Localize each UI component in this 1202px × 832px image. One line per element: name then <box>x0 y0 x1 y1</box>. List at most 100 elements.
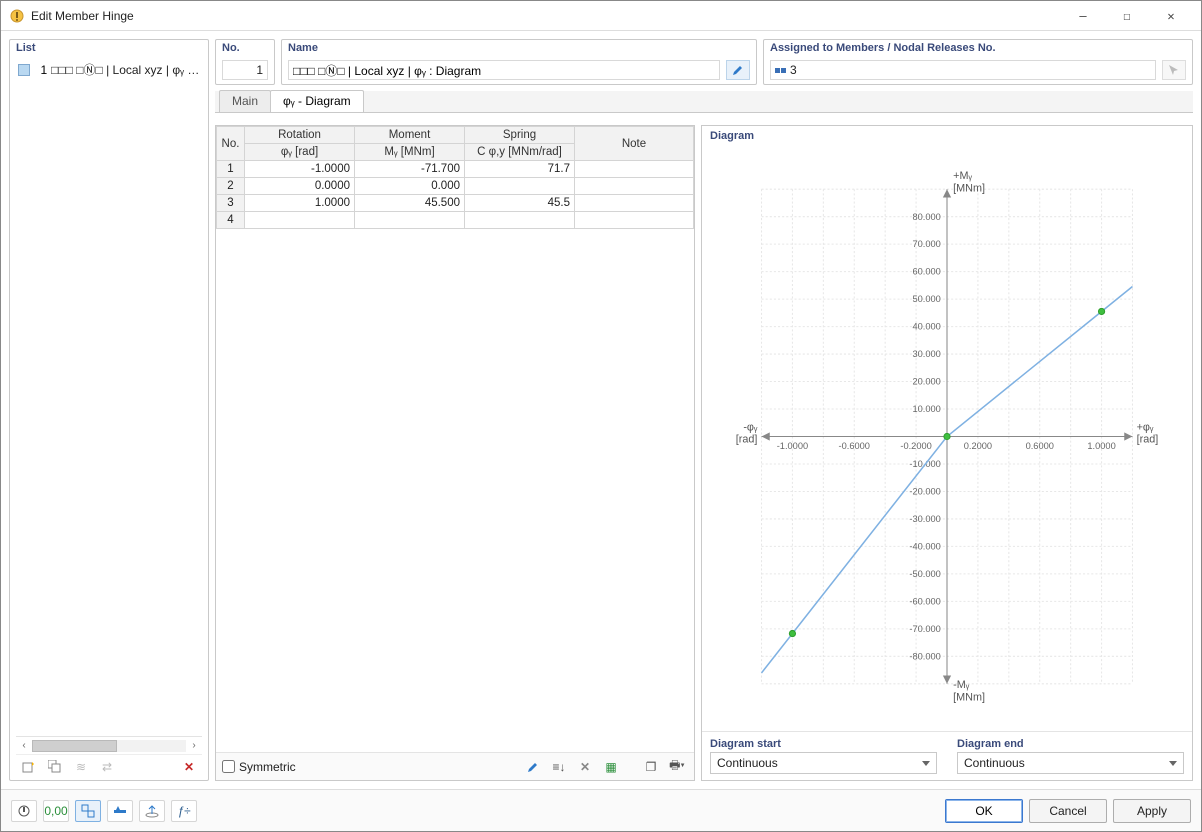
cell-rotation[interactable]: 0.0000 <box>245 178 355 195</box>
cell-moment[interactable]: 0.000 <box>355 178 465 195</box>
member-icon <box>775 68 786 73</box>
svg-text:[rad]: [rad] <box>1137 434 1159 446</box>
col-rotation-top[interactable]: Rotation <box>245 127 355 144</box>
svg-text:0.2000: 0.2000 <box>964 441 992 451</box>
svg-text:0.6000: 0.6000 <box>1026 441 1054 451</box>
footer-tool-3[interactable] <box>75 800 101 822</box>
assigned-value: 3 <box>790 63 797 77</box>
cell-moment[interactable] <box>355 212 465 229</box>
cell-note[interactable] <box>575 212 694 229</box>
svg-text:+φᵧ: +φᵧ <box>1137 421 1154 433</box>
cell-spring[interactable] <box>465 178 575 195</box>
cell-moment[interactable]: -71.700 <box>355 161 465 178</box>
svg-text:80.000: 80.000 <box>912 212 940 222</box>
symmetric-checkbox[interactable]: Symmetric <box>222 760 296 774</box>
toolbar-button-4[interactable]: ⇄ <box>96 757 118 777</box>
footer-tool-4[interactable] <box>107 800 133 822</box>
col-no[interactable]: No. <box>217 127 245 161</box>
window-close-button[interactable]: ✕ <box>1149 2 1193 30</box>
tab-bar: Main φᵧ - Diagram <box>215 91 1193 113</box>
svg-text:[rad]: [rad] <box>736 434 758 446</box>
picker-icon <box>1168 64 1180 76</box>
cell-note[interactable] <box>575 195 694 212</box>
table-print-button[interactable]: 🖶▾ <box>666 757 688 777</box>
cancel-button[interactable]: Cancel <box>1029 799 1107 823</box>
list-panel: List 1 □□□ □Ⓝ□ | Local xyz | φᵧ : Di ‹ › <box>9 39 209 781</box>
list-item-badge-icon <box>18 64 30 76</box>
table-copy-button[interactable]: ❐ <box>640 757 662 777</box>
edit-name-button[interactable] <box>726 60 750 80</box>
svg-text:-0.2000: -0.2000 <box>900 441 931 451</box>
list-horizontal-scrollbar[interactable]: ‹ › <box>16 736 202 754</box>
svg-text:30.000: 30.000 <box>912 349 940 359</box>
toolbar-button-3[interactable]: ≋ <box>70 757 92 777</box>
table-edit-button[interactable] <box>522 757 544 777</box>
table-row[interactable]: 4 <box>217 212 694 229</box>
chart-panel: Diagram -1.0000-0.6000-0.20000.20000.600… <box>701 125 1193 781</box>
diagram-start-select[interactable]: Continuous <box>710 752 937 774</box>
svg-text:-70.000: -70.000 <box>909 624 940 634</box>
svg-text:-80.000: -80.000 <box>909 651 940 661</box>
cell-rotation[interactable]: 1.0000 <box>245 195 355 212</box>
assigned-value-field[interactable]: 3 <box>770 60 1156 80</box>
diagram-end-label: Diagram end <box>957 738 1184 750</box>
name-input[interactable] <box>288 60 720 80</box>
list-item[interactable]: 1 □□□ □Ⓝ□ | Local xyz | φᵧ : Di <box>16 60 202 79</box>
col-spring-bot[interactable]: C φ,y [MNm/rad] <box>465 144 575 161</box>
symmetric-checkbox-input[interactable] <box>222 760 235 773</box>
diagram-start-label: Diagram start <box>710 738 937 750</box>
pick-member-button[interactable] <box>1162 60 1186 80</box>
scroll-thumb[interactable] <box>32 740 117 752</box>
data-grid[interactable]: No. Rotation Moment Spring Note φᵧ [rad]… <box>216 126 694 752</box>
cell-moment[interactable]: 45.500 <box>355 195 465 212</box>
cell-note[interactable] <box>575 178 694 195</box>
col-spring-top[interactable]: Spring <box>465 127 575 144</box>
window-maximize-button[interactable]: ☐ <box>1105 2 1149 30</box>
table-sort-button[interactable]: ≡↓ <box>548 757 570 777</box>
footer-tool-2[interactable]: 0,00 <box>43 800 69 822</box>
no-label: No. <box>222 42 240 54</box>
cell-spring[interactable] <box>465 212 575 229</box>
apply-button[interactable]: Apply <box>1113 799 1191 823</box>
col-rotation-bot[interactable]: φᵧ [rad] <box>245 144 355 161</box>
table-panel: No. Rotation Moment Spring Note φᵧ [rad]… <box>215 125 695 781</box>
tab-main[interactable]: Main <box>219 90 271 112</box>
col-moment-top[interactable]: Moment <box>355 127 465 144</box>
table-row[interactable]: 31.000045.50045.5 <box>217 195 694 212</box>
name-label: Name <box>288 42 318 54</box>
table-delete-button[interactable]: ✕ <box>574 757 596 777</box>
footer-tool-1[interactable] <box>11 800 37 822</box>
window-minimize-button[interactable]: — <box>1061 2 1105 30</box>
no-panel: No. 1 <box>215 39 275 85</box>
footer-tool-6[interactable]: ƒ÷ <box>171 800 197 822</box>
cell-spring[interactable]: 45.5 <box>465 195 575 212</box>
scroll-track[interactable] <box>32 740 186 752</box>
table-excel-button[interactable]: ▦ <box>600 757 622 777</box>
footer-tool-5[interactable] <box>139 800 165 822</box>
tab-diagram[interactable]: φᵧ - Diagram <box>270 90 364 112</box>
svg-text:-30.000: -30.000 <box>909 514 940 524</box>
delete-item-button[interactable]: ✕ <box>178 757 200 777</box>
no-value[interactable]: 1 <box>222 60 268 80</box>
col-note[interactable]: Note <box>575 127 694 161</box>
assigned-panel: Assigned to Members / Nodal Releases No.… <box>763 39 1193 85</box>
chart-area[interactable]: -1.0000-0.6000-0.20000.20000.60001.0000-… <box>710 148 1184 725</box>
svg-text:20.000: 20.000 <box>912 377 940 387</box>
cell-rotation[interactable]: -1.0000 <box>245 161 355 178</box>
scroll-right-icon[interactable]: › <box>186 738 202 754</box>
col-moment-bot[interactable]: Mᵧ [MNm] <box>355 144 465 161</box>
list-item-text: □□□ □Ⓝ□ | Local xyz | φᵧ : Di <box>51 61 200 78</box>
table-row[interactable]: 1-1.0000-71.70071.7 <box>217 161 694 178</box>
list-label: List <box>16 42 36 54</box>
cell-spring[interactable]: 71.7 <box>465 161 575 178</box>
diagram-end-select[interactable]: Continuous <box>957 752 1184 774</box>
table-row[interactable]: 20.00000.000 <box>217 178 694 195</box>
cell-note[interactable] <box>575 161 694 178</box>
scroll-left-icon[interactable]: ‹ <box>16 738 32 754</box>
svg-text:-φᵧ: -φᵧ <box>743 421 758 433</box>
edit-icon <box>732 64 744 76</box>
ok-button[interactable]: OK <box>945 799 1023 823</box>
cell-rotation[interactable] <box>245 212 355 229</box>
copy-item-button[interactable] <box>44 757 66 777</box>
new-item-button[interactable] <box>18 757 40 777</box>
